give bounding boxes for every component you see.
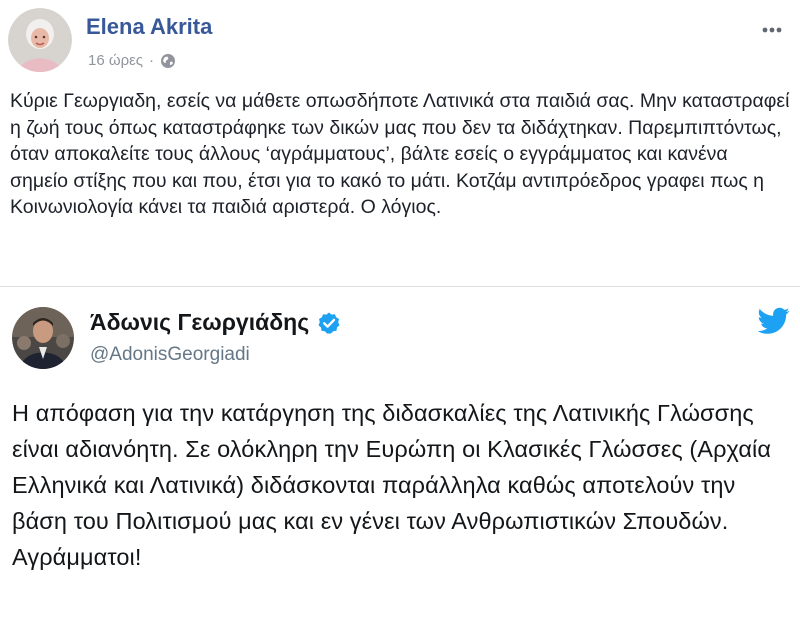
author-name[interactable]: Elena Akrita: [86, 14, 212, 40]
post-header: Elena Akrita 16 ώρες ·: [8, 8, 792, 78]
verified-badge-icon: [317, 311, 341, 335]
meta-separator: ·: [149, 52, 155, 69]
tweet-author-handle[interactable]: @AdonisGeorgiadi: [90, 344, 250, 366]
post-body-text: Κύριε Γεωργιαδη, εσείς να μάθετε οπωσδήπ…: [10, 90, 790, 218]
globe-icon[interactable]: [160, 53, 176, 69]
tweet-body-text: Η απόφαση για την κατάργηση της διδασκαλ…: [12, 400, 772, 570]
tweet-author-avatar[interactable]: [12, 307, 74, 369]
post-meta: 16 ώρες ·: [88, 52, 176, 69]
twitter-bird-icon[interactable]: [757, 307, 790, 335]
tweet-author-name[interactable]: Άδωνις Γεωργιάδης: [90, 309, 309, 336]
author-avatar[interactable]: [8, 8, 72, 72]
tweet-author-row: Άδωνις Γεωργιάδης: [90, 309, 341, 336]
post-timestamp[interactable]: 16 ώρες: [88, 52, 143, 69]
more-options-icon[interactable]: [758, 16, 786, 44]
embedded-tweet[interactable]: Άδωνις Γεωργιάδης @AdonisGeorgiadi Η από…: [0, 286, 800, 617]
facebook-post: Elena Akrita 16 ώρες · Κύριε Γεωργιαδη, …: [0, 0, 800, 616]
